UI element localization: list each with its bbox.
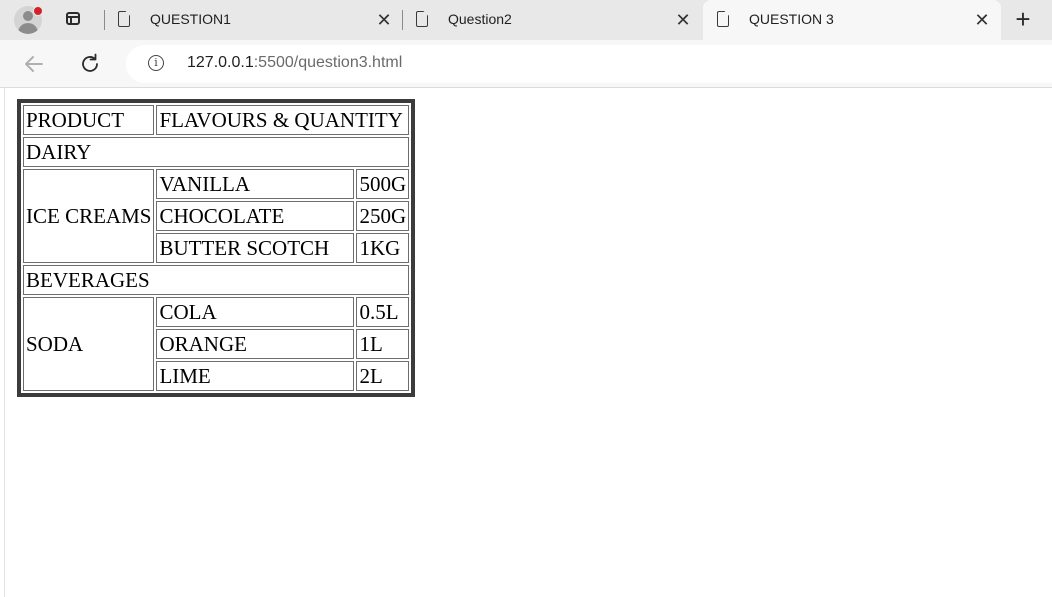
tab-title: Question2 [448, 11, 512, 27]
url-host: 127.0.0.1 [187, 54, 254, 71]
table-row: ICE CREAMS VANILLA 500G [23, 169, 410, 263]
url-text[interactable]: 127.0.0.1:5500/question3.html [187, 54, 402, 72]
close-icon[interactable]: ✕ [972, 10, 992, 30]
quantity-cell: 1L [356, 329, 410, 359]
close-icon[interactable]: ✕ [374, 10, 394, 30]
flavour-cell: CHOCOLATE [156, 201, 355, 231]
flavour-cell: BUTTER SCOTCH [156, 233, 355, 263]
product-cell: ICE CREAMS [23, 169, 155, 263]
reload-button[interactable] [78, 52, 102, 76]
back-arrow-icon [25, 56, 43, 72]
avatar-body [18, 23, 38, 34]
table-row: DAIRY [23, 137, 410, 167]
address-bar[interactable]: i 127.0.0.1:5500/question3.html [126, 45, 1052, 83]
quantity-cell: 0.5L [356, 297, 410, 327]
quantity-cell: 500G [356, 169, 410, 199]
quantity-cell: 1KG [356, 233, 410, 263]
category-cell: DAIRY [23, 137, 410, 167]
quantity-cell: 2L [356, 361, 410, 391]
avatar-head [23, 11, 33, 21]
tab-strip: QUESTION1 ✕ Question2 ✕ QUESTION 3 ✕ + [0, 0, 1052, 40]
flavour-cell: COLA [156, 297, 355, 327]
url-path: :5500/question3.html [253, 54, 403, 71]
browser-toolbar: i 127.0.0.1:5500/question3.html [0, 40, 1052, 88]
table-row: BEVERAGES [23, 265, 410, 295]
tab-actions-button[interactable] [61, 8, 87, 32]
flavour-cell: LIME [156, 361, 355, 391]
category-cell: BEVERAGES [23, 265, 410, 295]
product-table: PRODUCT FLAVOURS & QUANTITY DAIRY ICE CR… [17, 99, 416, 397]
tab-title: QUESTION 3 [749, 11, 834, 27]
table-row: SODA COLA 0.5L [23, 297, 410, 391]
reload-icon [82, 53, 98, 72]
flavour-cell: ORANGE [156, 329, 355, 359]
page-icon [717, 11, 729, 27]
quantity-cell: 250G [356, 201, 410, 231]
flavour-cell: VANILLA [156, 169, 355, 199]
tab-actions-icon [66, 12, 80, 25]
header-product: PRODUCT [23, 105, 155, 135]
page-content: PRODUCT FLAVOURS & QUANTITY DAIRY ICE CR… [4, 88, 1052, 597]
close-icon[interactable]: ✕ [673, 10, 693, 30]
notification-dot [33, 6, 43, 16]
site-info-icon[interactable]: i [148, 55, 164, 71]
tab-title: QUESTION1 [150, 11, 231, 27]
page-icon [118, 11, 130, 27]
header-flavours: FLAVOURS & QUANTITY [156, 105, 410, 135]
tab-question3[interactable]: QUESTION 3 ✕ [703, 0, 1001, 40]
tab-question2[interactable]: Question2 ✕ [402, 0, 700, 40]
new-tab-button[interactable]: + [1010, 6, 1036, 33]
back-button[interactable] [22, 52, 46, 76]
table-row: PRODUCT FLAVOURS & QUANTITY [23, 105, 410, 135]
product-cell: SODA [23, 297, 155, 391]
tab-question1[interactable]: QUESTION1 ✕ [104, 0, 402, 40]
page-icon [416, 11, 428, 27]
